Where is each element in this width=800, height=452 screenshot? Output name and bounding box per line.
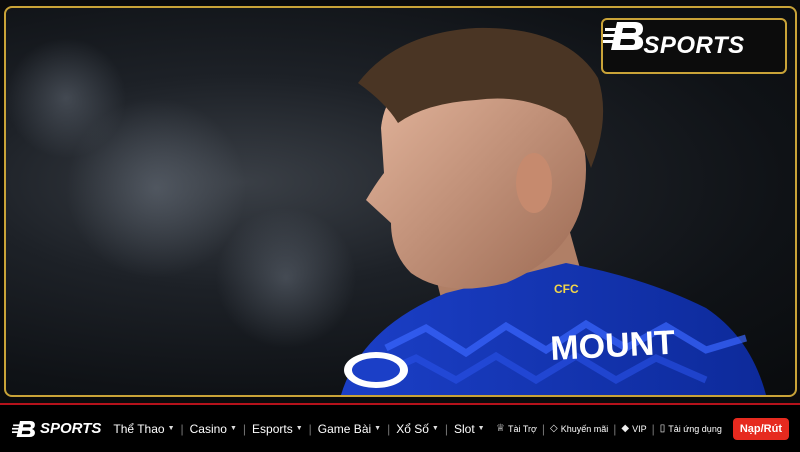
- caret-down-icon: ▼: [431, 425, 439, 432]
- b-logo-icon: [12, 420, 35, 437]
- menu-item-xo-so[interactable]: Xổ Số ▼: [392, 422, 443, 436]
- diamond-icon: ◆: [621, 423, 630, 434]
- menu-label: Game Bài: [317, 421, 372, 436]
- trophy-icon: ♕: [496, 423, 506, 434]
- util-label: Tải ứng dụng: [668, 423, 722, 434]
- crest-text: CFC: [554, 282, 579, 296]
- phone-icon: ▯: [659, 423, 666, 434]
- brand-name: SPORTS: [643, 32, 745, 59]
- menu-label: Xổ Số: [396, 421, 429, 436]
- util-tai-ung-dung[interactable]: ▯ Tải ứng dụng: [657, 423, 725, 434]
- caret-down-icon: ▼: [167, 425, 175, 432]
- divider: |: [242, 421, 247, 436]
- divider: |: [387, 421, 391, 436]
- caret-down-icon: ▼: [374, 425, 382, 432]
- hero-image: CFC MOUNT SPORTS: [4, 6, 797, 397]
- menu-item-the-thao[interactable]: Thể Thao ▼: [109, 422, 178, 436]
- menu-item-casino[interactable]: Casino ▼: [186, 422, 241, 436]
- jersey-name: MOUNT: [549, 324, 676, 368]
- util-vip[interactable]: ◆ VIP: [618, 423, 649, 434]
- divider: |: [444, 421, 448, 436]
- menu-label: Casino: [189, 421, 227, 436]
- util-label: Khuyến mãi: [560, 423, 609, 434]
- nav-logo[interactable]: SPORTS: [12, 419, 101, 439]
- menu-item-slot[interactable]: Slot ▼: [450, 422, 489, 436]
- caret-down-icon: ▼: [295, 425, 303, 432]
- divider: |: [541, 421, 546, 436]
- menu-label: Slot: [453, 421, 475, 436]
- tag-icon: ◇: [550, 423, 558, 434]
- util-khuyen-mai[interactable]: ◇ Khuyến mãi: [547, 423, 611, 434]
- brand-badge[interactable]: SPORTS: [601, 18, 787, 74]
- main-menu: Thể Thao ▼ | Casino ▼ | Esports ▼ | Game Bà…: [109, 422, 488, 436]
- utility-links: ♕ Tài Trợ | ◇ Khuyến mãi | ◆ VIP | ▯ Tải…: [493, 417, 789, 440]
- divider: |: [180, 421, 184, 436]
- menu-label: Esports: [252, 421, 293, 436]
- bottom-nav: SPORTS Thể Thao ▼ | Casino ▼ | Esports ▼ | …: [0, 403, 800, 452]
- util-label: VIP: [632, 423, 647, 434]
- divider: |: [308, 421, 312, 436]
- b-logo-icon: [603, 22, 644, 50]
- caret-down-icon: ▼: [229, 425, 237, 432]
- deposit-withdraw-button[interactable]: Nạp/Rút: [732, 417, 789, 440]
- brand-name: SPORTS: [40, 420, 102, 437]
- divider: |: [613, 421, 617, 436]
- menu-item-esports[interactable]: Esports ▼: [248, 422, 307, 436]
- divider: |: [651, 421, 655, 436]
- menu-item-game-bai[interactable]: Game Bài ▼: [314, 422, 385, 436]
- menu-label: Thể Thao: [113, 421, 165, 436]
- caret-down-icon: ▼: [477, 425, 485, 432]
- util-tai-tro[interactable]: ♕ Tài Trợ: [493, 423, 540, 434]
- util-label: Tài Trợ: [508, 423, 537, 434]
